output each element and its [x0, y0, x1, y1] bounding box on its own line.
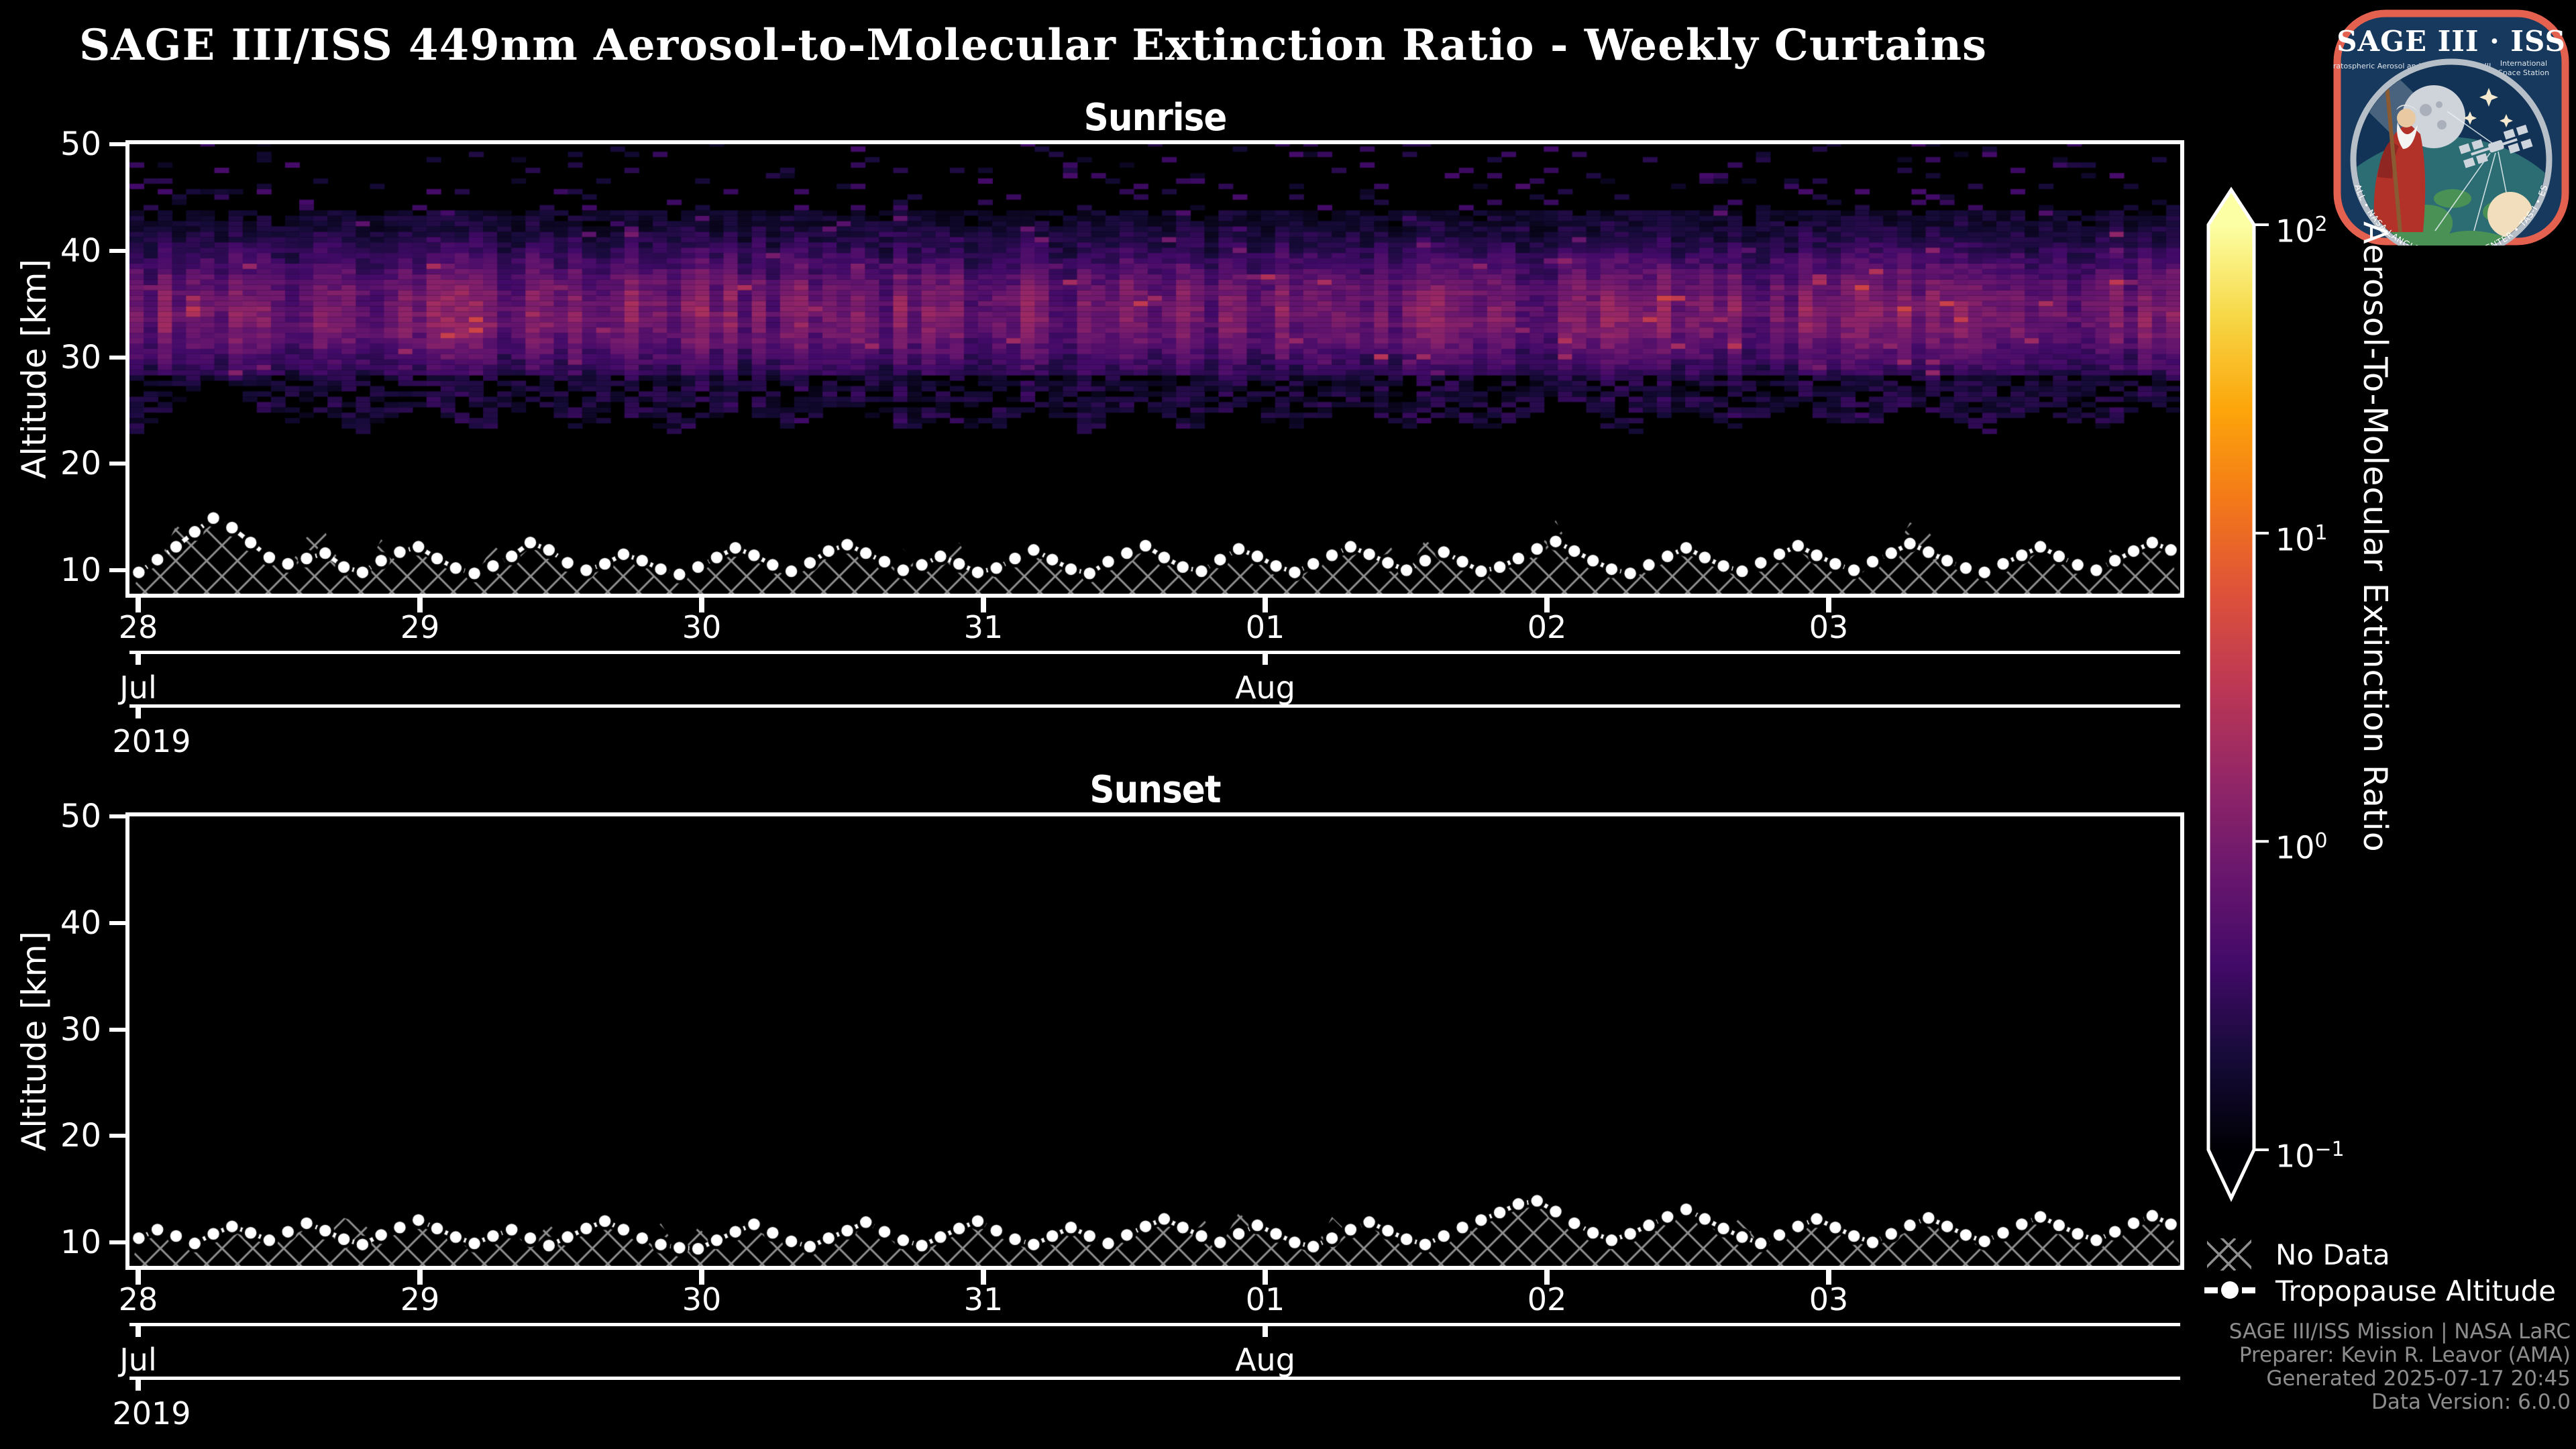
- attribution-line: Generated 2025-07-17 20:45: [2229, 1367, 2571, 1391]
- no-data-swatch: [2207, 1238, 2251, 1271]
- y-axis-label: Altitude [km]: [15, 259, 54, 479]
- attribution-line: Preparer: Kevin R. Leavor (AMA): [2229, 1344, 2571, 1367]
- x-tick-label: 28: [119, 1281, 158, 1318]
- moon-crater: [2436, 101, 2443, 108]
- moon-crater: [2420, 104, 2432, 116]
- y-tick: [109, 568, 125, 572]
- heatmap-canvas-sunrise: [129, 144, 2180, 594]
- moon-crater: [2437, 120, 2447, 129]
- heatmap-panel-sunset: [125, 812, 2184, 1270]
- year-label: 2019: [112, 1395, 191, 1432]
- colorbar-ticks: [2254, 225, 2269, 1150]
- y-tick-label: 10: [21, 1222, 101, 1263]
- y-tick-label: 50: [21, 124, 101, 164]
- month-tick: [136, 1326, 141, 1337]
- x-tick-label: 03: [1809, 609, 1849, 645]
- y-tick: [109, 249, 125, 253]
- patch-title: SAGE III · ISS: [2337, 25, 2566, 58]
- colorbar-label: Aerosol-To-Molecular Extinction Ratio: [2356, 221, 2394, 1154]
- y-tick-label: 10: [21, 550, 101, 590]
- month-label: Jul: [119, 669, 157, 706]
- y-tick-label: 50: [21, 796, 101, 837]
- month-tick: [1263, 1326, 1268, 1337]
- colorbar: [2200, 181, 2341, 1208]
- x-tick-label: 01: [1246, 609, 1285, 645]
- y-tick: [109, 142, 125, 146]
- patch-subtitle-right-1: International: [2500, 59, 2547, 68]
- attribution: SAGE III/ISS Mission | NASA LaRC Prepare…: [2229, 1320, 2571, 1414]
- mission-patch-logo: SAGE III · ISS Stratospheric Aerosol and…: [2333, 9, 2569, 246]
- x-tick-label: 02: [1527, 609, 1567, 645]
- x-tick-label: 28: [119, 609, 158, 645]
- page-title: SAGE III/ISS 449nm Aerosol-to-Molecular …: [79, 20, 1987, 70]
- year-axis-line: [129, 1377, 2180, 1380]
- panel-title-sunset: Sunset: [1089, 768, 1220, 812]
- month-label: Aug: [1235, 1342, 1295, 1378]
- heatmap-canvas-sunset: [129, 816, 2180, 1266]
- x-tick-label: 03: [1809, 1281, 1849, 1318]
- colorbar-tick-label: 102: [2275, 205, 2328, 251]
- x-tick-label: 31: [964, 609, 1004, 645]
- y-tick: [109, 921, 125, 925]
- legend-tropopause-label: Tropopause Altitude: [2275, 1275, 2556, 1308]
- month-tick: [136, 654, 141, 665]
- month-label: Jul: [119, 1342, 157, 1378]
- year-tick: [136, 1380, 141, 1391]
- colorbar-tick-label: 100: [2275, 821, 2328, 867]
- x-tick-label: 31: [964, 1281, 1004, 1318]
- y-tick: [109, 814, 125, 818]
- colorbar-tick-label: 10−1: [2275, 1130, 2345, 1176]
- earth-land: [2434, 189, 2471, 208]
- y-tick: [109, 356, 125, 360]
- heatmap-panel-sunrise: [125, 140, 2184, 598]
- y-axis-label: Altitude [km]: [15, 931, 54, 1151]
- x-tick-label: 01: [1246, 1281, 1285, 1318]
- year-axis-line: [129, 704, 2180, 708]
- figure-root: SAGE III/ISS 449nm Aerosol-to-Molecular …: [0, 0, 2576, 1449]
- month-label: Aug: [1235, 669, 1295, 706]
- y-tick: [109, 1028, 125, 1032]
- tropopause-swatch: [2204, 1276, 2255, 1304]
- attribution-line: SAGE III/ISS Mission | NASA LaRC: [2229, 1320, 2571, 1344]
- x-tick-label: 29: [400, 609, 440, 645]
- y-tick: [109, 1134, 125, 1138]
- x-tick-label: 30: [682, 609, 722, 645]
- y-tick: [109, 462, 125, 466]
- year-tick: [136, 708, 141, 718]
- attribution-line: Data Version: 6.0.0: [2229, 1391, 2571, 1414]
- colorbar-tick-label: 101: [2275, 513, 2328, 559]
- x-tick-label: 02: [1527, 1281, 1567, 1318]
- x-tick-label: 30: [682, 1281, 722, 1318]
- panel-title-sunrise: Sunrise: [1083, 96, 1226, 140]
- month-axis-line: [129, 1323, 2180, 1326]
- colorbar-bar: [2208, 190, 2254, 1198]
- month-tick: [1263, 654, 1268, 665]
- year-label: 2019: [112, 723, 191, 759]
- legend-no-data-label: No Data: [2275, 1238, 2390, 1272]
- x-tick-label: 29: [400, 1281, 440, 1318]
- y-tick: [109, 1240, 125, 1244]
- month-axis-line: [129, 651, 2180, 654]
